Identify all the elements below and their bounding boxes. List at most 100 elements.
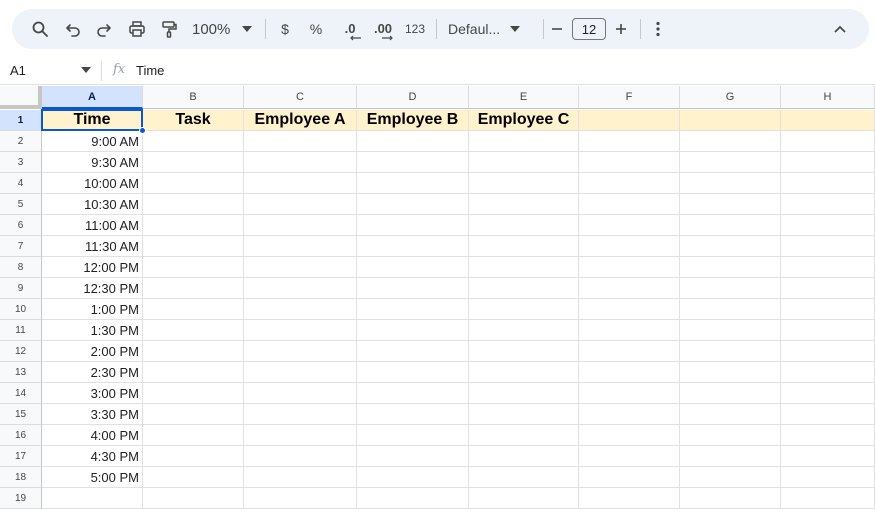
cell-b7[interactable] (143, 236, 244, 257)
cell-h2[interactable] (781, 131, 875, 152)
cell-a14[interactable]: 3:00 PM (42, 383, 143, 404)
cell-h15[interactable] (781, 404, 875, 425)
cell-b11[interactable] (143, 320, 244, 341)
decrease-decimal-button[interactable]: .0 (337, 9, 363, 49)
column-header-b[interactable]: B (143, 86, 244, 109)
cell-f9[interactable] (579, 278, 680, 299)
column-header-c[interactable]: C (244, 86, 357, 109)
cell-b10[interactable] (143, 299, 244, 320)
cell-f14[interactable] (579, 383, 680, 404)
row-header-19[interactable]: 19 (0, 488, 42, 509)
cell-g15[interactable] (680, 404, 781, 425)
font-size-input[interactable]: 12 (572, 18, 606, 40)
cell-e12[interactable] (469, 341, 579, 362)
cell-b16[interactable] (143, 425, 244, 446)
cell-g4[interactable] (680, 173, 781, 194)
cell-c10[interactable] (244, 299, 357, 320)
cell-b19[interactable] (143, 488, 244, 509)
cell-c12[interactable] (244, 341, 357, 362)
cell-d16[interactable] (357, 425, 469, 446)
cell-f12[interactable] (579, 341, 680, 362)
cell-f8[interactable] (579, 257, 680, 278)
cell-e5[interactable] (469, 194, 579, 215)
cell-g19[interactable] (680, 488, 781, 509)
cell-d8[interactable] (357, 257, 469, 278)
cell-a5[interactable]: 10:30 AM (42, 194, 143, 215)
cell-f7[interactable] (579, 236, 680, 257)
cell-g8[interactable] (680, 257, 781, 278)
column-header-g[interactable]: G (680, 86, 781, 109)
cell-b9[interactable] (143, 278, 244, 299)
cell-h10[interactable] (781, 299, 875, 320)
increase-font-size-button[interactable] (613, 9, 629, 49)
cell-b18[interactable] (143, 467, 244, 488)
cell-c4[interactable] (244, 173, 357, 194)
print-icon[interactable] (124, 9, 150, 49)
cell-a9[interactable]: 12:30 PM (42, 278, 143, 299)
formula-input[interactable]: Time (136, 63, 164, 78)
cell-g2[interactable] (680, 131, 781, 152)
cell-d14[interactable] (357, 383, 469, 404)
row-header-11[interactable]: 11 (0, 320, 42, 341)
cell-c17[interactable] (244, 446, 357, 467)
cell-d2[interactable] (357, 131, 469, 152)
cell-e10[interactable] (469, 299, 579, 320)
cell-c9[interactable] (244, 278, 357, 299)
cell-d3[interactable] (357, 152, 469, 173)
cell-c18[interactable] (244, 467, 357, 488)
cell-d17[interactable] (357, 446, 469, 467)
row-header-1[interactable]: 1 (0, 110, 42, 131)
cell-b17[interactable] (143, 446, 244, 467)
more-options-button[interactable] (648, 9, 668, 49)
cell-b1[interactable]: Task (143, 110, 244, 131)
cell-f13[interactable] (579, 362, 680, 383)
cell-g9[interactable] (680, 278, 781, 299)
cell-c15[interactable] (244, 404, 357, 425)
row-header-15[interactable]: 15 (0, 404, 42, 425)
cell-f4[interactable] (579, 173, 680, 194)
cell-c19[interactable] (244, 488, 357, 509)
cell-c8[interactable] (244, 257, 357, 278)
cell-f15[interactable] (579, 404, 680, 425)
font-select[interactable]: Defaul... (448, 9, 538, 49)
cell-e14[interactable] (469, 383, 579, 404)
row-header-2[interactable]: 2 (0, 131, 42, 152)
cell-b14[interactable] (143, 383, 244, 404)
cell-g5[interactable] (680, 194, 781, 215)
cell-a4[interactable]: 10:00 AM (42, 173, 143, 194)
increase-decimal-button[interactable]: .00 (369, 9, 397, 49)
cell-h19[interactable] (781, 488, 875, 509)
cell-b4[interactable] (143, 173, 244, 194)
cell-g10[interactable] (680, 299, 781, 320)
cell-d5[interactable] (357, 194, 469, 215)
cell-c7[interactable] (244, 236, 357, 257)
row-header-16[interactable]: 16 (0, 425, 42, 446)
row-header-8[interactable]: 8 (0, 257, 42, 278)
cell-c5[interactable] (244, 194, 357, 215)
cell-a1[interactable]: Time (42, 110, 143, 131)
cell-c3[interactable] (244, 152, 357, 173)
chevron-down-icon[interactable] (81, 67, 91, 73)
cell-d13[interactable] (357, 362, 469, 383)
column-header-a[interactable]: A (42, 86, 143, 109)
cell-b5[interactable] (143, 194, 244, 215)
cell-f6[interactable] (579, 215, 680, 236)
select-all-corner[interactable] (0, 86, 42, 109)
cell-a6[interactable]: 11:00 AM (42, 215, 143, 236)
cell-d7[interactable] (357, 236, 469, 257)
cell-e11[interactable] (469, 320, 579, 341)
cell-f11[interactable] (579, 320, 680, 341)
cell-h5[interactable] (781, 194, 875, 215)
cell-f3[interactable] (579, 152, 680, 173)
cell-f2[interactable] (579, 131, 680, 152)
cell-e1[interactable]: Employee C (469, 110, 579, 131)
cell-a16[interactable]: 4:00 PM (42, 425, 143, 446)
cell-h18[interactable] (781, 467, 875, 488)
cell-d11[interactable] (357, 320, 469, 341)
cell-e16[interactable] (469, 425, 579, 446)
cell-g12[interactable] (680, 341, 781, 362)
cell-a12[interactable]: 2:00 PM (42, 341, 143, 362)
cell-a7[interactable]: 11:30 AM (42, 236, 143, 257)
cell-b12[interactable] (143, 341, 244, 362)
cell-d15[interactable] (357, 404, 469, 425)
